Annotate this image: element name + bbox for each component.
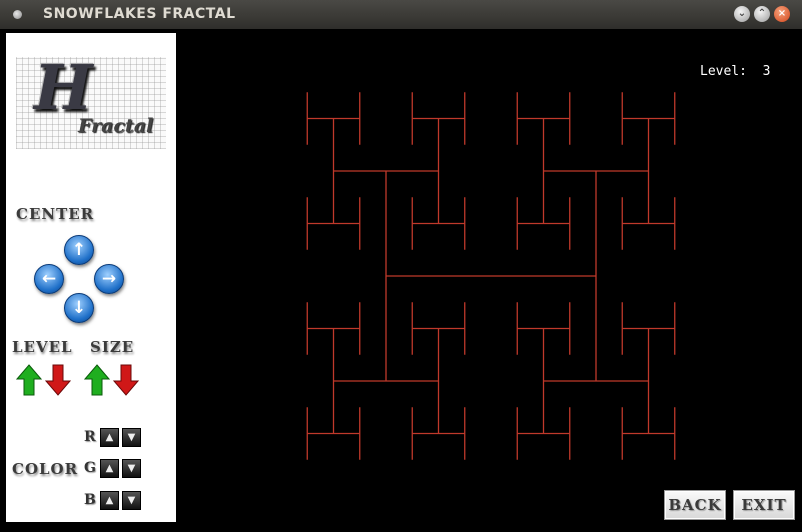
logo-word: Fractal bbox=[78, 115, 154, 137]
level-up-button[interactable] bbox=[16, 364, 42, 396]
blue-channel-label: B bbox=[84, 492, 96, 508]
blue-decrease-button[interactable]: ▼ bbox=[122, 491, 141, 510]
red-channel-label: R bbox=[84, 429, 96, 445]
level-indicator: Level: 3 bbox=[700, 64, 771, 79]
exit-button[interactable]: EXIT bbox=[733, 490, 795, 520]
level-label: LEVEL bbox=[12, 338, 73, 356]
arrow-left-icon[interactable]: ← bbox=[34, 264, 64, 294]
color-label: COLOR bbox=[12, 460, 79, 478]
size-label: SIZE bbox=[90, 338, 135, 356]
green-decrease-button[interactable]: ▼ bbox=[122, 459, 141, 478]
red-decrease-button[interactable]: ▼ bbox=[122, 428, 141, 447]
arrow-up-icon[interactable]: ↑ bbox=[64, 235, 94, 265]
logo-letter: H bbox=[34, 51, 93, 124]
arrow-right-icon[interactable]: → bbox=[94, 264, 124, 294]
h-tree-fractal bbox=[306, 92, 676, 460]
arrow-down-icon[interactable]: ↓ bbox=[64, 293, 94, 323]
green-increase-button[interactable]: ▲ bbox=[100, 459, 119, 478]
level-down-button[interactable] bbox=[45, 364, 71, 396]
red-increase-button[interactable]: ▲ bbox=[100, 428, 119, 447]
blue-increase-button[interactable]: ▲ bbox=[100, 491, 119, 510]
size-down-button[interactable] bbox=[113, 364, 139, 396]
control-panel: H Fractal CENTER ↑ ← → ↓ LEVEL SIZE COLO… bbox=[6, 33, 176, 522]
center-label: CENTER bbox=[16, 205, 95, 223]
app-logo: H Fractal bbox=[16, 51, 166, 149]
size-up-button[interactable] bbox=[84, 364, 110, 396]
green-channel-label: G bbox=[84, 460, 96, 476]
back-button[interactable]: BACK bbox=[664, 490, 726, 520]
